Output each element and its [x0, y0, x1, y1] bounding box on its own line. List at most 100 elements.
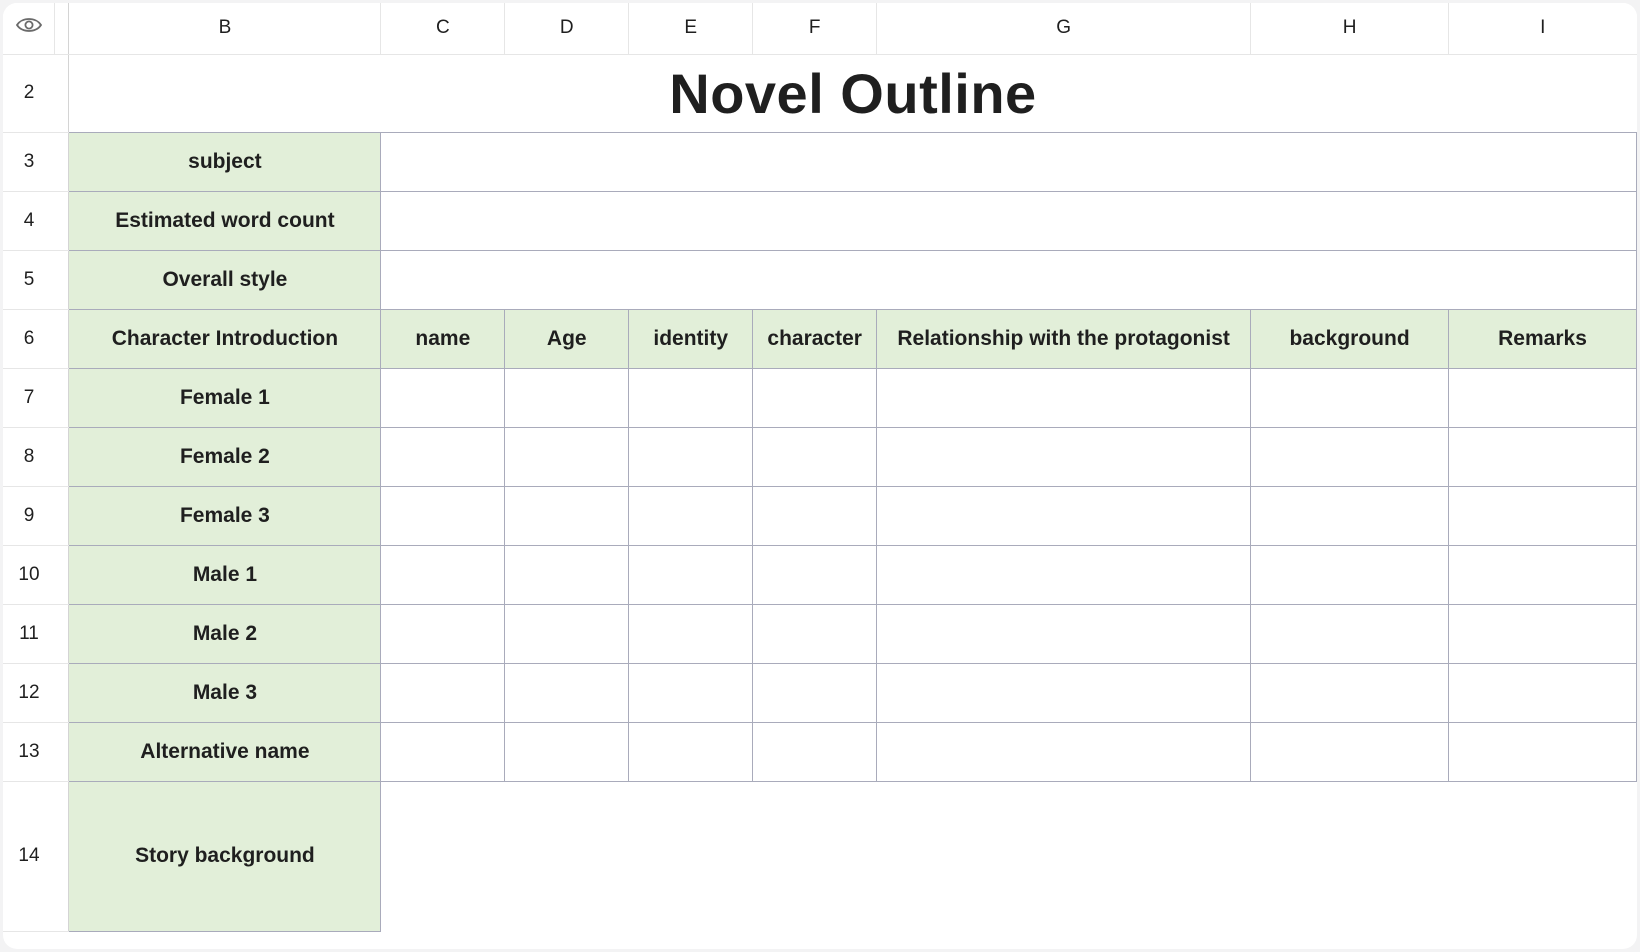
grid-cell[interactable] [1250, 367, 1450, 428]
grid-cell[interactable] [1250, 603, 1450, 664]
column-header-f[interactable]: F [752, 3, 878, 55]
row-header-14[interactable]: 14 [3, 781, 55, 932]
grid-cell[interactable] [1448, 603, 1637, 664]
word-count-value-cell[interactable] [380, 190, 1637, 251]
grid-cell[interactable] [752, 603, 878, 664]
grid-cell[interactable] [380, 367, 506, 428]
grid-cell[interactable] [752, 485, 878, 546]
grid-cell[interactable] [1448, 485, 1637, 546]
label-cell-male-1[interactable]: Male 1 [68, 544, 382, 605]
header-cell-name[interactable]: name [380, 308, 506, 369]
grid-cell[interactable] [380, 603, 506, 664]
grid-cell[interactable] [752, 662, 878, 723]
select-all-corner[interactable] [3, 3, 56, 55]
row-header-7[interactable]: 7 [3, 368, 55, 428]
sheet-grid: B C D E F G H I 2 Novel Outline 3 subjec… [3, 3, 1637, 932]
grid-cell[interactable] [876, 544, 1252, 605]
label-cell-male-2[interactable]: Male 2 [68, 603, 382, 664]
column-header-h[interactable]: H [1250, 3, 1450, 55]
grid-cell[interactable] [1250, 721, 1450, 782]
label-cell-alternative-name[interactable]: Alternative name [68, 721, 382, 782]
row-header-5[interactable]: 5 [3, 250, 55, 310]
header-cell-remarks[interactable]: Remarks [1448, 308, 1637, 369]
header-cell-character[interactable]: character [752, 308, 878, 369]
label-cell-female-2[interactable]: Female 2 [68, 426, 382, 487]
grid-cell[interactable] [504, 603, 630, 664]
story-background-value-cell[interactable] [380, 780, 1637, 931]
label-cell-female-1[interactable]: Female 1 [68, 367, 382, 428]
grid-cell[interactable] [504, 662, 630, 723]
row-header-9[interactable]: 9 [3, 486, 55, 546]
column-header-d[interactable]: D [504, 3, 630, 55]
title-cell[interactable]: Novel Outline [68, 54, 1637, 133]
row-header-10[interactable]: 10 [3, 545, 55, 605]
grid-cell[interactable] [628, 544, 754, 605]
label-cell-male-3[interactable]: Male 3 [68, 662, 382, 723]
grid-cell[interactable] [1448, 367, 1637, 428]
grid-cell[interactable] [1250, 426, 1450, 487]
grid-cell[interactable] [752, 367, 878, 428]
label-cell-style[interactable]: Overall style [68, 249, 382, 310]
column-header-e[interactable]: E [628, 3, 754, 55]
header-cell-relationship[interactable]: Relationship with the protagonist [876, 308, 1252, 369]
grid-cell[interactable] [628, 603, 754, 664]
grid-cell[interactable] [1448, 662, 1637, 723]
column-header-i[interactable]: I [1448, 3, 1637, 55]
grid-cell[interactable] [1250, 485, 1450, 546]
grid-cell[interactable] [752, 544, 878, 605]
spreadsheet: B C D E F G H I 2 Novel Outline 3 subjec… [3, 3, 1637, 949]
label-cell-female-3[interactable]: Female 3 [68, 485, 382, 546]
header-cell-identity[interactable]: identity [628, 308, 754, 369]
label-cell-subject[interactable]: subject [68, 131, 382, 192]
row-header-8[interactable]: 8 [3, 427, 55, 487]
row-header-6[interactable]: 6 [3, 309, 55, 369]
grid-cell[interactable] [628, 485, 754, 546]
grid-cell[interactable] [504, 721, 630, 782]
header-cell-background[interactable]: background [1250, 308, 1450, 369]
row-header-4[interactable]: 4 [3, 191, 55, 251]
label-cell-character-introduction[interactable]: Character Introduction [68, 308, 382, 369]
subject-value-cell[interactable] [380, 131, 1637, 192]
column-header-b[interactable]: B [68, 3, 382, 55]
row-header-13[interactable]: 13 [3, 722, 55, 782]
label-cell-story-background[interactable]: Story background [68, 780, 382, 932]
style-value-cell[interactable] [380, 249, 1637, 310]
grid-cell[interactable] [752, 721, 878, 782]
grid-cell[interactable] [628, 426, 754, 487]
row-header-11[interactable]: 11 [3, 604, 55, 664]
grid-cell[interactable] [380, 544, 506, 605]
grid-cell[interactable] [504, 367, 630, 428]
grid-cell[interactable] [628, 367, 754, 428]
row-header-3[interactable]: 3 [3, 132, 55, 192]
grid-cell[interactable] [876, 721, 1252, 782]
grid-cell[interactable] [1250, 544, 1450, 605]
grid-cell[interactable] [752, 426, 878, 487]
grid-cell[interactable] [380, 426, 506, 487]
grid-cell[interactable] [504, 485, 630, 546]
grid-cell[interactable] [628, 721, 754, 782]
grid-cell[interactable] [504, 426, 630, 487]
grid-cell[interactable] [380, 485, 506, 546]
grid-cell[interactable] [876, 603, 1252, 664]
grid-cell[interactable] [1250, 662, 1450, 723]
grid-cell[interactable] [380, 662, 506, 723]
grid-cell[interactable] [504, 544, 630, 605]
header-cell-age[interactable]: Age [504, 308, 630, 369]
grid-cell[interactable] [876, 662, 1252, 723]
grid-cell[interactable] [876, 367, 1252, 428]
grid-cell[interactable] [628, 662, 754, 723]
row-header-2[interactable]: 2 [3, 54, 55, 133]
eye-icon[interactable] [14, 10, 44, 40]
grid-cell[interactable] [876, 426, 1252, 487]
column-header-a-collapsed[interactable] [54, 3, 70, 55]
column-header-g[interactable]: G [876, 3, 1252, 55]
column-header-row: B C D E F G H I [3, 3, 1637, 55]
grid-cell[interactable] [876, 485, 1252, 546]
grid-cell[interactable] [380, 721, 506, 782]
row-header-12[interactable]: 12 [3, 663, 55, 723]
grid-cell[interactable] [1448, 426, 1637, 487]
label-cell-word-count[interactable]: Estimated word count [68, 190, 382, 251]
grid-cell[interactable] [1448, 544, 1637, 605]
column-header-c[interactable]: C [380, 3, 506, 55]
grid-cell[interactable] [1448, 721, 1637, 782]
